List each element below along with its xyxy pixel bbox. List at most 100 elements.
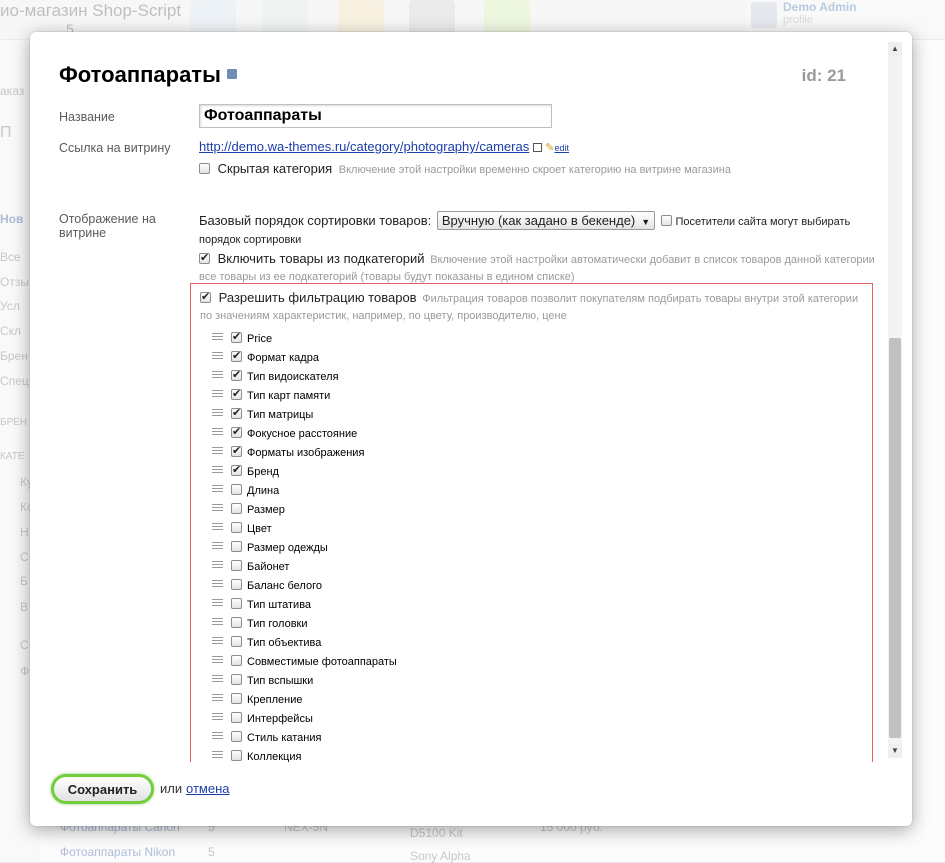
storefront-url-link[interactable]: http://demo.wa-themes.ru/category/photog… bbox=[199, 139, 529, 154]
filter-feature-checkbox[interactable] bbox=[231, 330, 242, 344]
filter-feature-checkbox[interactable] bbox=[231, 674, 242, 685]
filter-feature-label: Тип карт памяти bbox=[247, 390, 331, 402]
drag-handle-icon[interactable] bbox=[212, 542, 223, 550]
filter-feature-checkbox[interactable] bbox=[231, 655, 242, 666]
drag-handle-icon[interactable] bbox=[212, 618, 223, 626]
filter-feature-item: Price bbox=[212, 330, 812, 349]
filter-feature-checkbox[interactable] bbox=[231, 387, 242, 401]
dialog-scrollbar[interactable]: ▲ ▼ bbox=[888, 42, 902, 758]
filter-feature-item: Коллекция bbox=[212, 748, 812, 762]
save-button[interactable]: Сохранить bbox=[51, 774, 154, 804]
filter-feature-item: Тип головки bbox=[212, 615, 812, 634]
drag-handle-icon[interactable] bbox=[212, 504, 223, 512]
cancel-link[interactable]: отмена bbox=[186, 781, 229, 796]
filter-feature-label: Тип штатива bbox=[247, 599, 312, 611]
include-subcategories-row: Включить товары из подкатегорий Включени… bbox=[199, 251, 879, 285]
storefront-row: http://demo.wa-themes.ru/category/photog… bbox=[199, 139, 569, 154]
drag-handle-icon[interactable] bbox=[212, 485, 223, 493]
filter-feature-item: Тип штатива bbox=[212, 596, 812, 615]
drag-handle-icon[interactable] bbox=[212, 656, 223, 664]
hidden-category-checkbox[interactable] bbox=[199, 163, 210, 174]
filter-feature-label: Форматы изображения bbox=[247, 447, 365, 459]
drag-handle-icon[interactable] bbox=[212, 694, 223, 702]
filter-feature-checkbox[interactable] bbox=[231, 731, 242, 742]
filter-feature-checkbox[interactable] bbox=[231, 484, 242, 495]
filter-feature-label: Цвет bbox=[247, 523, 272, 535]
filter-feature-label: Коллекция bbox=[247, 751, 302, 762]
filter-feature-label: Тип видоискателя bbox=[247, 371, 339, 383]
filter-feature-checkbox[interactable] bbox=[231, 693, 242, 704]
filter-feature-checkbox[interactable] bbox=[231, 444, 242, 458]
filter-feature-checkbox[interactable] bbox=[231, 579, 242, 590]
drag-handle-icon[interactable] bbox=[212, 333, 223, 341]
filter-feature-checkbox[interactable] bbox=[231, 425, 242, 439]
category-settings-dialog: Фотоаппараты id: 21 Название Ссылка на в… bbox=[30, 32, 912, 826]
filter-feature-checkbox[interactable] bbox=[231, 406, 242, 420]
drag-handle-icon[interactable] bbox=[212, 390, 223, 398]
edit-url-link[interactable]: edit bbox=[554, 143, 569, 153]
filter-feature-checkbox[interactable] bbox=[231, 522, 242, 533]
drag-handle-icon[interactable] bbox=[212, 637, 223, 645]
filter-feature-label: Интерфейсы bbox=[247, 713, 313, 725]
filter-feature-checkbox[interactable] bbox=[231, 368, 242, 382]
filter-feature-item: Стиль катания bbox=[212, 729, 812, 748]
filter-feature-checkbox[interactable] bbox=[231, 541, 242, 552]
drag-handle-icon[interactable] bbox=[212, 447, 223, 455]
sort-row: Базовый порядок сортировки товаров: Вруч… bbox=[199, 211, 879, 248]
new-window-icon[interactable] bbox=[533, 143, 543, 152]
filter-feature-label: Совместимые фотоаппараты bbox=[247, 656, 397, 668]
filter-feature-label: Крепление bbox=[247, 694, 303, 706]
sort-order-select[interactable]: Вручную (как задано в бекенде) ▼ bbox=[436, 211, 656, 230]
category-name-input[interactable] bbox=[199, 104, 552, 128]
drag-handle-icon[interactable] bbox=[212, 561, 223, 569]
drag-handle-icon[interactable] bbox=[212, 371, 223, 379]
drag-handle-icon[interactable] bbox=[212, 675, 223, 683]
filter-feature-item: Тип вспышки bbox=[212, 672, 812, 691]
filter-feature-label: Байонет bbox=[247, 561, 290, 573]
drag-handle-icon[interactable] bbox=[212, 523, 223, 531]
visitors-choose-sort-checkbox[interactable] bbox=[660, 214, 672, 226]
hidden-category-label: Скрытая категория bbox=[217, 161, 333, 176]
drag-handle-icon[interactable] bbox=[212, 409, 223, 417]
filter-feature-item: Тип видоискателя bbox=[212, 368, 812, 387]
drag-handle-icon[interactable] bbox=[212, 732, 223, 740]
sort-order-value: Вручную (как задано в бекенде) bbox=[441, 213, 636, 228]
dialog-footer: Сохранить или отмена bbox=[30, 762, 912, 826]
drag-handle-icon[interactable] bbox=[212, 580, 223, 588]
filter-feature-checkbox[interactable] bbox=[231, 463, 242, 477]
filter-feature-item: Интерфейсы bbox=[212, 710, 812, 729]
dialog-title: Фотоаппараты bbox=[59, 62, 237, 88]
drag-handle-icon[interactable] bbox=[212, 713, 223, 721]
filter-feature-label: Тип вспышки bbox=[247, 675, 314, 687]
scroll-down-arrow-icon[interactable]: ▼ bbox=[888, 744, 902, 758]
filter-settings-box: Разрешить фильтрацию товаров Фильтрация … bbox=[190, 283, 873, 762]
filter-feature-item: Фокусное расстояние bbox=[212, 425, 812, 444]
filter-feature-item: Цвет bbox=[212, 520, 812, 539]
filter-feature-label: Баланс белого bbox=[247, 580, 322, 592]
filter-feature-label: Формат кадра bbox=[247, 352, 319, 364]
filter-feature-checkbox[interactable] bbox=[231, 349, 242, 363]
filter-feature-checkbox[interactable] bbox=[231, 598, 242, 609]
filter-feature-checkbox[interactable] bbox=[231, 750, 242, 761]
filter-feature-checkbox[interactable] bbox=[231, 712, 242, 723]
display-label: Отображение на витрине bbox=[59, 212, 156, 240]
filter-feature-item: Длина bbox=[212, 482, 812, 501]
enable-filter-checkbox[interactable] bbox=[200, 290, 211, 304]
scroll-up-arrow-icon[interactable]: ▲ bbox=[888, 42, 902, 56]
filter-feature-checkbox[interactable] bbox=[231, 617, 242, 628]
filter-feature-item: Формат кадра bbox=[212, 349, 812, 368]
drag-handle-icon[interactable] bbox=[212, 466, 223, 474]
hidden-category-row: Скрытая категория Включение этой настрой… bbox=[199, 161, 731, 178]
enable-filter-label: Разрешить фильтрацию товаров bbox=[218, 290, 417, 305]
drag-handle-icon[interactable] bbox=[212, 751, 223, 759]
drag-handle-icon[interactable] bbox=[212, 599, 223, 607]
filter-feature-checkbox[interactable] bbox=[231, 560, 242, 571]
drag-handle-icon[interactable] bbox=[212, 352, 223, 360]
filter-feature-checkbox[interactable] bbox=[231, 503, 242, 514]
include-subcategories-checkbox[interactable] bbox=[199, 251, 210, 265]
scroll-thumb[interactable] bbox=[889, 338, 901, 738]
filter-feature-label: Размер bbox=[247, 504, 285, 516]
include-subcategories-label: Включить товары из подкатегорий bbox=[217, 251, 425, 266]
filter-feature-checkbox[interactable] bbox=[231, 636, 242, 647]
drag-handle-icon[interactable] bbox=[212, 428, 223, 436]
